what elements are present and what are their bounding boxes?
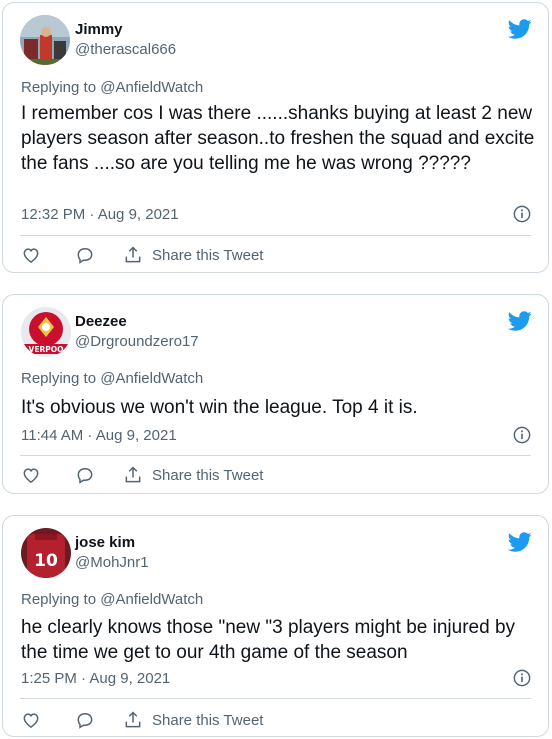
reply-icon [77,713,93,729]
replying-to: Replying to @AnfieldWatch [21,591,204,608]
share-icon [125,711,141,728]
share-button[interactable]: Share this Tweet [123,465,263,485]
mention-link[interactable]: @AnfieldWatch [100,370,203,387]
twitter-bird-icon[interactable] [508,17,532,41]
tweet-text: I remember cos I was there ......shanks … [21,103,535,174]
heart-icon [23,468,39,483]
reply-button[interactable] [75,245,95,265]
avatar[interactable] [20,15,70,65]
avatar[interactable]: VERPOO [21,307,71,357]
divider [20,455,531,456]
tweet-text: It's obvious we won't win the league. To… [21,397,418,418]
replying-to: Replying to @AnfieldWatch [21,370,204,387]
share-icon [125,246,141,263]
info-icon[interactable] [513,426,531,444]
share-button[interactable]: Share this Tweet [123,245,263,265]
mention-link[interactable]: @AnfieldWatch [100,591,203,608]
like-button[interactable] [21,710,41,730]
replying-to: Replying to @AnfieldWatch [21,79,204,96]
avatar-text: VERPOO [29,345,64,354]
heart-icon [23,248,39,263]
reply-button[interactable] [75,710,95,730]
tweet-card[interactable]: VERPOO Deezee @Drgroundzero17 Replying t… [2,294,549,494]
avatar[interactable]: 10 [21,528,71,578]
user-handle[interactable]: @Drgroundzero17 [75,333,199,350]
display-name[interactable]: Jimmy [75,21,123,38]
like-button[interactable] [21,245,41,265]
divider [20,235,531,236]
user-handle[interactable]: @therascal666 [75,41,176,58]
share-icon [125,466,141,483]
display-name[interactable]: Deezee [75,313,127,330]
heart-icon [23,713,39,728]
share-label: Share this Tweet [152,711,264,729]
info-icon[interactable] [513,205,531,223]
share-label: Share this Tweet [152,246,264,264]
share-label: Share this Tweet [152,466,264,484]
reply-icon [77,468,93,484]
divider [20,698,531,699]
twitter-bird-icon[interactable] [508,530,532,554]
reply-button[interactable] [75,465,95,485]
mention-link[interactable]: @AnfieldWatch [100,79,203,96]
tweet-card[interactable]: 10 jose kim @MohJnr1 Replying to @Anfiel… [2,515,549,737]
info-icon[interactable] [513,669,531,687]
tweet-card[interactable]: Jimmy @therascal666 Replying to @Anfield… [2,2,549,273]
tweet-timestamp[interactable]: 12:32 PM · Aug 9, 2021 [21,206,179,223]
user-handle[interactable]: @MohJnr1 [75,554,149,571]
like-button[interactable] [21,465,41,485]
avatar-text: 10 [34,551,58,571]
twitter-bird-icon[interactable] [508,309,532,333]
reply-icon [77,248,93,264]
tweet-text: he clearly knows those "new "3 players m… [21,617,516,663]
tweet-timestamp[interactable]: 11:44 AM · Aug 9, 2021 [21,427,177,444]
tweet-timestamp[interactable]: 1:25 PM · Aug 9, 2021 [21,670,170,687]
share-button[interactable]: Share this Tweet [123,710,263,730]
display-name[interactable]: jose kim [75,534,135,551]
